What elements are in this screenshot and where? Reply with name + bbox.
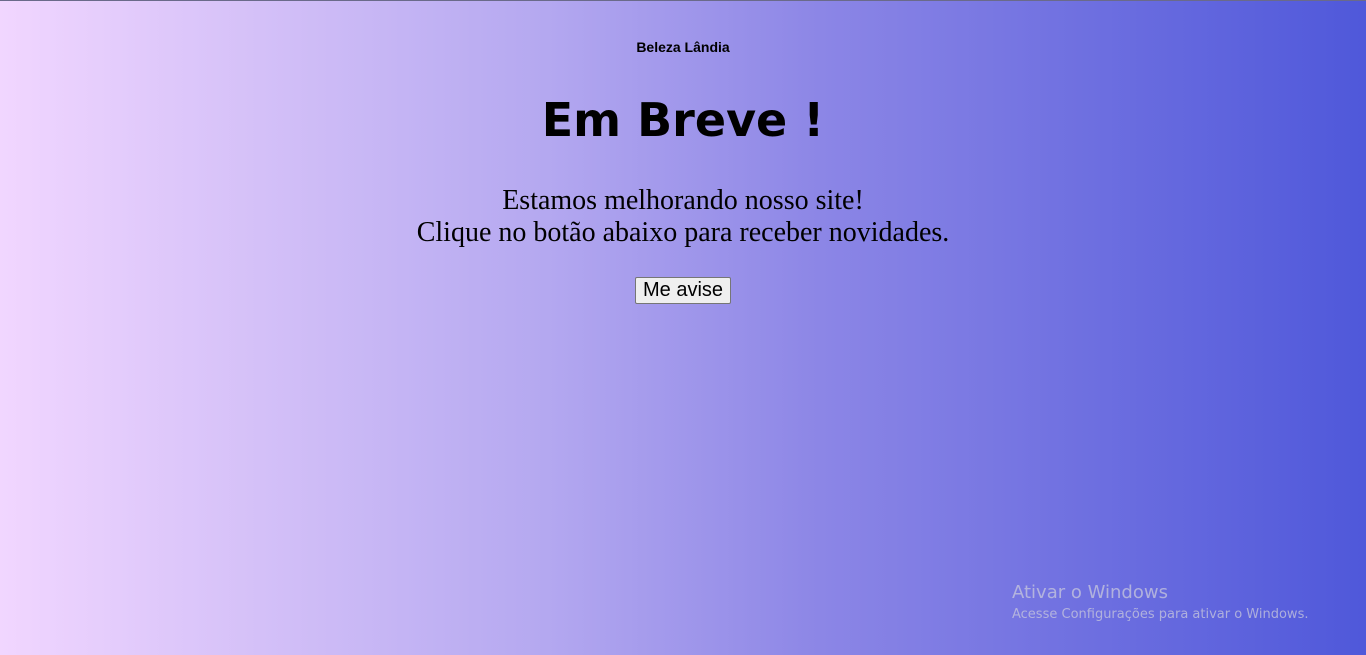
announcement-message: Estamos melhorando nosso site! Clique no… — [0, 185, 1366, 249]
notify-me-button[interactable]: Me avise — [634, 277, 732, 304]
brand-name: Beleza Lândia — [636, 39, 730, 55]
button-container: Me avise — [0, 277, 1366, 304]
message-line-1: Estamos melhorando nosso site! — [502, 185, 864, 216]
watermark-title: Ativar o Windows — [1012, 582, 1168, 603]
page-title: Em Breve ! — [541, 93, 825, 147]
windows-activation-watermark: Ativar o Windows Acesse Configurações pa… — [1012, 582, 1308, 626]
message-line-2: Clique no botão abaixo para receber novi… — [416, 217, 950, 248]
watermark-subtitle: Acesse Configurações para ativar o Windo… — [1012, 607, 1309, 622]
